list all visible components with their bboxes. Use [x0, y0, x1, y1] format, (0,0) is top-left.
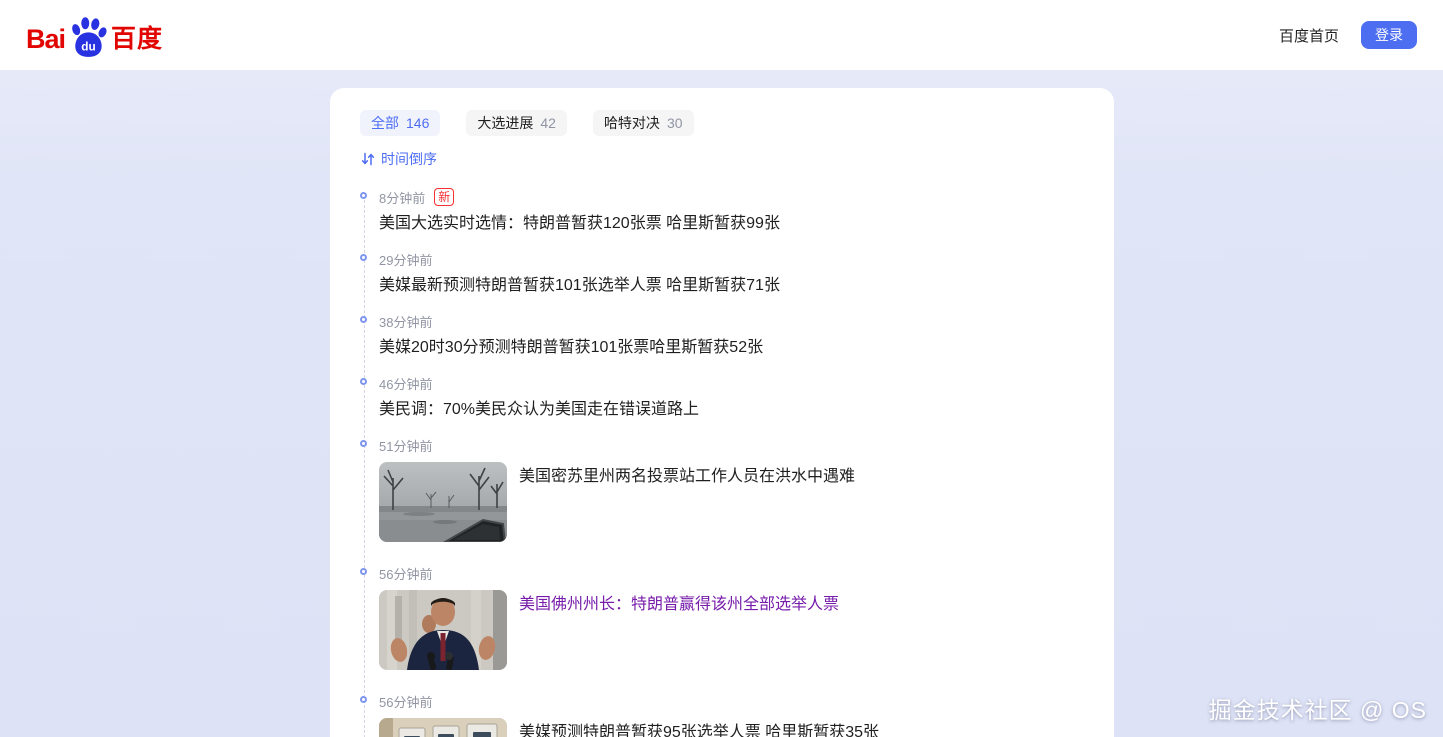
- timeline-item: 38分钟前 美媒20时30分预测特朗普暂获101张票哈里斯暂获52张: [379, 312, 1084, 360]
- item-title-link[interactable]: 美国密苏里州两名投票站工作人员在洪水中遇难: [519, 462, 855, 542]
- tab-election-progress[interactable]: 大选进展 42: [466, 110, 567, 136]
- item-header: 51分钟前: [379, 436, 1084, 454]
- item-body: 美民调：70%美民众认为美国走在错误道路上: [379, 398, 1084, 422]
- item-title-link[interactable]: 美国大选实时选情：特朗普暂获120张票 哈里斯暂获99张: [379, 212, 780, 236]
- timeline-dot-icon: [360, 254, 367, 261]
- tab-label: 全部: [371, 113, 399, 133]
- item-thumbnail[interactable]: [379, 718, 507, 737]
- item-header: 29分钟前: [379, 250, 1084, 268]
- sort-control[interactable]: 时间倒序: [360, 149, 437, 169]
- item-time: 8分钟前: [379, 188, 425, 207]
- item-time: 56分钟前: [379, 564, 432, 583]
- item-header: 38分钟前: [379, 312, 1084, 330]
- timeline-dot-icon: [360, 568, 367, 575]
- watermark: 掘金技术社区 @ OS: [1209, 691, 1427, 725]
- item-body: 美国佛州州长：特朗普赢得该州全部选举人票: [379, 590, 1084, 670]
- logo-text-chinese: 百度: [111, 24, 163, 54]
- timeline-item: 56分钟前 美国佛州州长：特朗普赢得该州全部选举人票: [379, 564, 1084, 670]
- item-body: 美媒最新预测特朗普暂获101张选举人票 哈里斯暂获71张: [379, 274, 1084, 298]
- tab-label: 哈特对决: [604, 113, 660, 133]
- timeline-dot-icon: [360, 440, 367, 447]
- item-header: 8分钟前 新: [379, 188, 1084, 206]
- timeline-item: 56分钟前 美媒预测特朗普暂获95张选举人票 哈里斯暂获35张: [379, 692, 1084, 737]
- tab-all[interactable]: 全部 146: [360, 110, 440, 136]
- tab-count: 146: [406, 115, 429, 131]
- filter-tabs: 全部 146 大选进展 42 哈特对决 30: [360, 110, 1084, 136]
- sort-arrows-icon: [360, 151, 376, 167]
- item-thumbnail[interactable]: [379, 590, 507, 670]
- timeline-item: 8分钟前 新 美国大选实时选情：特朗普暂获120张票 哈里斯暂获99张: [379, 188, 1084, 236]
- baidu-paw-icon: du: [68, 16, 108, 58]
- item-header: 56分钟前: [379, 692, 1084, 710]
- item-body: 美媒预测特朗普暂获95张选举人票 哈里斯暂获35张: [379, 718, 1084, 737]
- item-time: 38分钟前: [379, 312, 432, 331]
- login-button[interactable]: 登录: [1361, 21, 1417, 49]
- item-title-link[interactable]: 美媒20时30分预测特朗普暂获101张票哈里斯暂获52张: [379, 336, 763, 360]
- item-time: 29分钟前: [379, 250, 432, 269]
- item-time: 51分钟前: [379, 436, 432, 455]
- top-header: Bai du 百度 百度首页 登录: [0, 0, 1443, 70]
- news-timeline-card: 全部 146 大选进展 42 哈特对决 30 时间倒序 8分钟前 新 美国大选实…: [330, 88, 1114, 737]
- item-header: 56分钟前: [379, 564, 1084, 582]
- tab-harris-trump-duel[interactable]: 哈特对决 30: [593, 110, 694, 136]
- timeline-dot-icon: [360, 378, 367, 385]
- baidu-home-link[interactable]: 百度首页: [1279, 25, 1339, 46]
- timeline-item: 29分钟前 美媒最新预测特朗普暂获101张选举人票 哈里斯暂获71张: [379, 250, 1084, 298]
- item-title-link[interactable]: 美民调：70%美民众认为美国走在错误道路上: [379, 398, 699, 422]
- svg-text:du: du: [81, 40, 95, 54]
- item-thumbnail[interactable]: [379, 462, 507, 542]
- timeline-dot-icon: [360, 696, 367, 703]
- item-title-link[interactable]: 美媒预测特朗普暂获95张选举人票 哈里斯暂获35张: [519, 718, 879, 737]
- politician-podium-image: [379, 590, 507, 670]
- header-actions: 百度首页 登录: [1279, 21, 1417, 49]
- timeline-list: 8分钟前 新 美国大选实时选情：特朗普暂获120张票 哈里斯暂获99张 29分钟…: [379, 188, 1084, 737]
- voting-machines-image: [379, 718, 507, 737]
- timeline-dot-icon: [360, 316, 367, 323]
- sort-label: 时间倒序: [381, 149, 437, 169]
- timeline-item: 51分钟前 美国密苏里州两名投票站工作人员在洪水中遇难: [379, 436, 1084, 542]
- item-title-link[interactable]: 美媒最新预测特朗普暂获101张选举人票 哈里斯暂获71张: [379, 274, 780, 298]
- baidu-logo[interactable]: Bai du 百度: [26, 16, 163, 54]
- timeline-dot-icon: [360, 192, 367, 199]
- logo-text-bai: Bai: [26, 24, 65, 54]
- item-body: 美国大选实时选情：特朗普暂获120张票 哈里斯暂获99张: [379, 212, 1084, 236]
- tab-count: 30: [667, 115, 683, 131]
- item-body: 美国密苏里州两名投票站工作人员在洪水中遇难: [379, 462, 1084, 542]
- item-time: 46分钟前: [379, 374, 432, 393]
- item-header: 46分钟前: [379, 374, 1084, 392]
- flood-scene-image: [379, 462, 507, 542]
- new-badge: 新: [434, 188, 454, 206]
- tab-label: 大选进展: [477, 113, 533, 133]
- timeline-item: 46分钟前 美民调：70%美民众认为美国走在错误道路上: [379, 374, 1084, 422]
- item-body: 美媒20时30分预测特朗普暂获101张票哈里斯暂获52张: [379, 336, 1084, 360]
- item-title-link[interactable]: 美国佛州州长：特朗普赢得该州全部选举人票: [519, 590, 839, 670]
- tab-count: 42: [540, 115, 556, 131]
- item-time: 56分钟前: [379, 692, 432, 711]
